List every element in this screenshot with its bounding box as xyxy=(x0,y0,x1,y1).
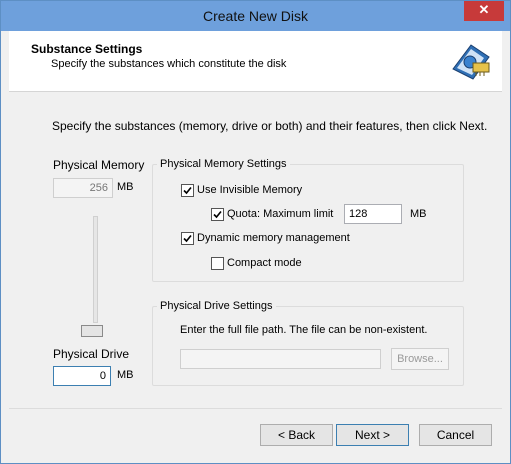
window-title: Create New Disk xyxy=(202,8,309,24)
dynamic-memory-label: Dynamic memory management xyxy=(197,232,350,244)
physical-memory-label: Physical Memory xyxy=(53,158,145,172)
dialog-window: Create New Disk ✕ Substance Settings Spe… xyxy=(0,0,511,464)
title-bar: Create New Disk ✕ xyxy=(1,1,510,31)
page-title: Substance Settings xyxy=(31,42,143,56)
checkmark-icon xyxy=(183,186,192,195)
wizard-header: Substance Settings Specify the substance… xyxy=(9,31,502,92)
back-button[interactable]: < Back xyxy=(260,424,333,446)
drive-path-hint: Enter the full file path. The file can b… xyxy=(180,324,428,336)
cancel-button[interactable]: Cancel xyxy=(419,424,492,446)
physical-drive-input[interactable]: 0 xyxy=(53,366,111,386)
checkmark-icon xyxy=(183,234,192,243)
footer-divider xyxy=(9,408,502,409)
checkmark-icon xyxy=(213,210,222,219)
next-button[interactable]: Next > xyxy=(336,424,409,446)
disk-icon xyxy=(452,44,490,80)
use-invisible-label: Use Invisible Memory xyxy=(197,184,303,196)
drive-path-input[interactable] xyxy=(180,349,381,369)
drive-settings-title: Physical Drive Settings xyxy=(157,300,276,312)
compact-mode-label: Compact mode xyxy=(227,257,302,269)
page-subtitle: Specify the substances which constitute … xyxy=(51,58,287,70)
dynamic-memory-checkbox[interactable] xyxy=(181,232,194,245)
quota-label: Quota: Maximum limit xyxy=(227,208,334,220)
memory-slider-thumb[interactable] xyxy=(81,325,103,337)
physical-drive-label: Physical Drive xyxy=(53,347,130,361)
close-button[interactable]: ✕ xyxy=(464,1,504,21)
quota-input[interactable]: 128 xyxy=(344,204,402,224)
drive-settings-group xyxy=(152,306,464,386)
physical-memory-unit: MB xyxy=(117,181,134,193)
dialog-body: Substance Settings Specify the substance… xyxy=(9,31,502,455)
physical-drive-unit: MB xyxy=(117,369,134,381)
memory-settings-title: Physical Memory Settings xyxy=(157,158,290,170)
physical-memory-input[interactable]: 256 xyxy=(53,178,113,198)
intro-text: Specify the substances (memory, drive or… xyxy=(52,119,488,133)
quota-checkbox[interactable] xyxy=(211,208,224,221)
memory-slider-track[interactable] xyxy=(93,216,98,323)
browse-button[interactable]: Browse... xyxy=(391,348,449,370)
compact-mode-checkbox[interactable] xyxy=(211,257,224,270)
memory-settings-group xyxy=(152,164,464,282)
use-invisible-checkbox[interactable] xyxy=(181,184,194,197)
quota-unit: MB xyxy=(410,208,427,220)
